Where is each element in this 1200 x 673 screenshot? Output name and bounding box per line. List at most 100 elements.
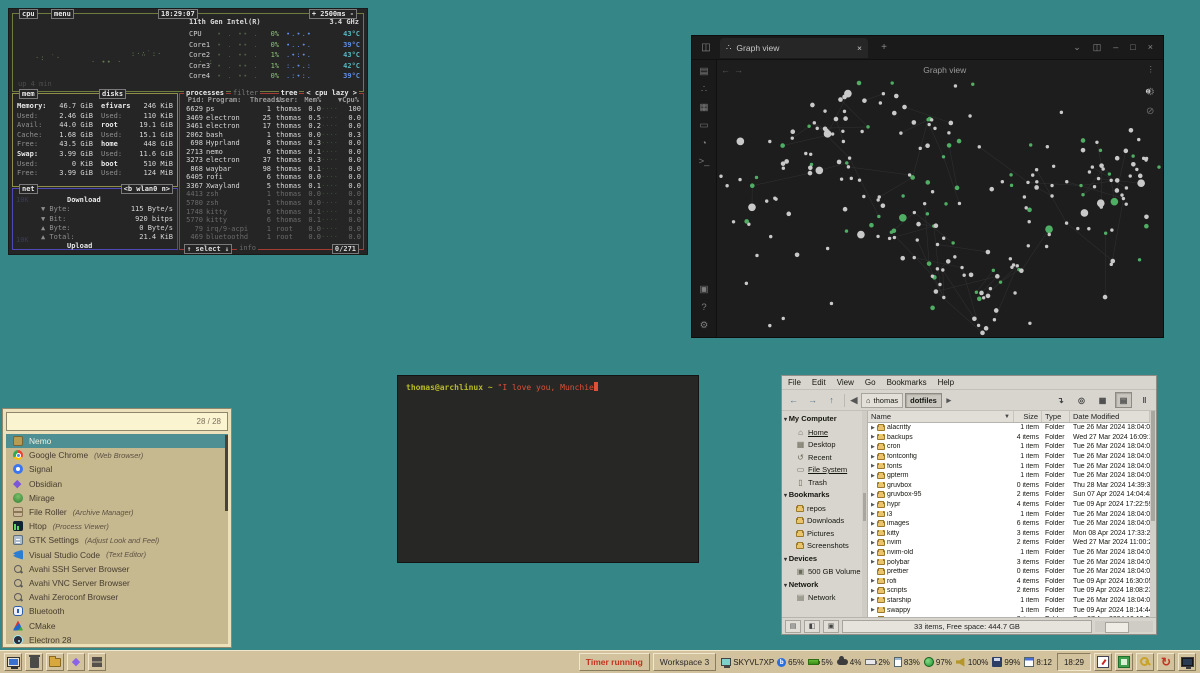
file-row[interactable]: gruvbox0 itemsFolderThu 28 Mar 2024 14:3… xyxy=(868,481,1150,491)
side-pane-toggle-button[interactable]: ▤ xyxy=(785,620,801,633)
files-icon[interactable]: ▤ xyxy=(700,66,709,77)
graph-settings-gear-icon[interactable]: ⚙ xyxy=(1146,87,1155,98)
sidebar-item-screenshots[interactable]: Screenshots xyxy=(784,540,862,553)
sidebar-section-my-computer[interactable]: ▾ My Computer xyxy=(784,413,862,427)
sidebar-item-home[interactable]: ⌂Home xyxy=(784,427,862,440)
menu-edit[interactable]: Edit xyxy=(812,378,826,387)
file-manager-launcher[interactable] xyxy=(46,653,64,671)
obsidian-window[interactable]: ◫ ∴ Graph view × + ⌄ ◫ – □ × ▤∴▦▭◔>_▣?⚙ … xyxy=(691,35,1164,338)
sidebar-item-trash[interactable]: ▯Trash xyxy=(784,477,862,490)
process-row[interactable]: 4413zsh1thomas0.0····0.0 xyxy=(180,190,363,199)
sidebar-item-recent[interactable]: ↺Recent xyxy=(784,452,862,465)
file-row[interactable]: ▶i31 itemFolderTue 26 Mar 2024 18:04:02 … xyxy=(868,509,1150,519)
sidebar-section-network[interactable]: ▾ Network xyxy=(784,579,862,593)
archive-launcher[interactable] xyxy=(88,653,106,671)
launcher-item-mirage[interactable]: Mirage xyxy=(6,491,228,505)
file-row[interactable]: ▶fontconfig1 itemFolderTue 26 Mar 2024 1… xyxy=(868,452,1150,462)
dual-pane-button[interactable]: ‖ xyxy=(1136,392,1153,408)
process-list[interactable]: 6629ps1thomas0.0····1003469electron25tho… xyxy=(180,105,363,242)
tab-overflow-button[interactable]: ◀ xyxy=(849,392,859,408)
scheduler-tray-icon[interactable] xyxy=(1094,653,1112,671)
sidebar-item-pictures[interactable]: Pictures xyxy=(784,528,862,541)
crumb-next-button[interactable]: ▸ xyxy=(944,392,954,408)
process-row[interactable]: 5770kitty6thomas0.1····0.0 xyxy=(180,216,363,225)
right-sidebar-toggle-icon[interactable]: ◫ xyxy=(1093,42,1102,53)
launcher-item-htop[interactable]: Htop(Process Viewer) xyxy=(6,519,228,533)
sidebar-section-bookmarks[interactable]: ▾ Bookmarks xyxy=(784,489,862,503)
tree-toggle[interactable]: tree xyxy=(279,89,300,97)
launcher-item-avahi-zeroconf-browser[interactable]: Avahi Zeroconf Browser xyxy=(6,590,228,604)
file-row[interactable]: ▶cron1 itemFolderTue 26 Mar 2024 18:04:0… xyxy=(868,442,1150,452)
file-list-scrollbar[interactable] xyxy=(1150,411,1156,617)
process-row[interactable]: 868waybar98thomas0.1····0.0 xyxy=(180,165,363,174)
uptime-indicator[interactable]: 8:12 xyxy=(1024,657,1052,667)
process-row[interactable]: 2713nemo6thomas0.1····0.0 xyxy=(180,148,363,157)
tab-list-chevron-icon[interactable]: ⌄ xyxy=(1073,42,1081,53)
launcher-item-obsidian[interactable]: Obsidian xyxy=(6,477,228,491)
sidebar-scrollbar[interactable] xyxy=(862,411,867,617)
up-button[interactable]: ↑ xyxy=(823,392,840,408)
process-row[interactable]: 3273electron37thomas0.3····0.0 xyxy=(180,156,363,165)
menu-help[interactable]: Help xyxy=(938,378,954,387)
canvas-icon[interactable]: ▦ xyxy=(700,102,709,113)
file-row[interactable]: ▶alacritty1 itemFolderTue 26 Mar 2024 18… xyxy=(868,423,1150,433)
timer-status[interactable]: Timer running xyxy=(579,653,650,671)
file-row[interactable]: ▶backups4 itemsFolderWed 27 Mar 2024 16:… xyxy=(868,433,1150,443)
more-options-icon[interactable]: ⋮ xyxy=(1139,64,1164,75)
sidebar-section-devices[interactable]: ▾ Devices xyxy=(784,553,862,567)
launcher-item-signal[interactable]: Signal xyxy=(6,462,228,476)
file-row[interactable]: ▶polybar3 itemsFolderTue 26 Mar 2024 18:… xyxy=(868,557,1150,567)
terminal-window[interactable]: thomas@archlinux ~ "I love you, Munchie xyxy=(397,375,699,563)
obsidian-launcher[interactable]: ◆ xyxy=(67,653,85,671)
menu-tab[interactable]: menu xyxy=(51,9,74,19)
launcher-item-file-roller[interactable]: File Roller(Archive Manager) xyxy=(6,505,228,519)
file-row[interactable]: ▶rofi4 itemsFolderTue 09 Apr 2024 16:30:… xyxy=(868,577,1150,587)
file-row[interactable]: ▶starship1 itemFolderTue 26 Mar 2024 18:… xyxy=(868,596,1150,606)
cpu-indicator[interactable]: 4% xyxy=(837,657,862,667)
graph-filter-icon[interactable]: ⊘ xyxy=(1146,106,1155,117)
file-row[interactable]: ▶kitty3 itemsFolderMon 08 Apr 2024 17:33… xyxy=(868,529,1150,539)
horizontal-scrollbar[interactable] xyxy=(1095,621,1153,632)
menu-view[interactable]: View xyxy=(837,378,854,387)
file-row[interactable]: ▶nvim2 itemsFolderWed 27 Mar 2024 11:00:… xyxy=(868,538,1150,548)
launcher-item-electron-28[interactable]: Electron 28 xyxy=(6,633,228,644)
memory-indicator[interactable]: 83% xyxy=(894,657,920,667)
forward-button[interactable]: → xyxy=(804,392,821,408)
column-name[interactable]: Name ▼ xyxy=(868,411,1014,422)
process-row[interactable]: 6629ps1thomas0.0····100 xyxy=(180,105,363,114)
display-tray-icon[interactable] xyxy=(1178,653,1196,671)
terminal-icon[interactable]: >_ xyxy=(699,156,710,167)
help-icon[interactable]: ? xyxy=(701,302,706,313)
breadcrumb-home[interactable]: ⌂ thomas xyxy=(861,393,903,408)
process-row[interactable]: 469bluetoothd1root0.0····0.0 xyxy=(180,233,363,242)
list-view-button[interactable]: ▤ xyxy=(1115,392,1132,408)
file-row[interactable]: ▶swappy1 itemFolderTue 09 Apr 2024 18:14… xyxy=(868,605,1150,615)
sidebar-toggle-icon[interactable]: ◫ xyxy=(698,40,714,56)
clock[interactable]: 18:29 xyxy=(1057,653,1091,671)
launcher-item-cmake[interactable]: CMake xyxy=(6,618,228,632)
column-date-modified[interactable]: Date Modified xyxy=(1070,411,1150,422)
process-row[interactable]: 5780zsh1thomas0.0····0.0 xyxy=(180,199,363,208)
file-row[interactable]: ▶nvim-old1 itemFolderTue 26 Mar 2024 18:… xyxy=(868,548,1150,558)
file-manager-window[interactable]: FileEditViewGoBookmarksHelp ← → ↑ ◀ ⌂ th… xyxy=(781,375,1157,635)
file-row[interactable]: ▶gpterm1 itemFolderTue 26 Mar 2024 18:04… xyxy=(868,471,1150,481)
knowledge-graph[interactable] xyxy=(717,79,1163,337)
menu-file[interactable]: File xyxy=(788,378,801,387)
process-row[interactable]: 2062bash1thomas0.0····0.3 xyxy=(180,131,363,140)
launcher-item-bluetooth[interactable]: Bluetooth xyxy=(6,604,228,618)
app-launcher[interactable]: 28 / 28 NemoGoogle Chrome(Web Browser)Si… xyxy=(2,408,232,648)
new-tab-button[interactable]: + xyxy=(876,40,892,56)
sidebar-item-repos[interactable]: repos xyxy=(784,503,862,516)
graph-icon[interactable]: ∴ xyxy=(701,84,707,95)
trash-launcher[interactable] xyxy=(25,653,43,671)
volume-indicator[interactable]: 100% xyxy=(956,657,988,667)
launcher-item-visual-studio-code[interactable]: Visual Studio Code(Text Editor) xyxy=(6,548,228,562)
tab-close-icon[interactable]: × xyxy=(857,43,862,53)
file-row[interactable]: ▶gruvbox-952 itemsFolderSun 07 Apr 2024 … xyxy=(868,490,1150,500)
sidebar-item-desktop[interactable]: ▦Desktop xyxy=(784,439,862,452)
clock-icon[interactable]: ◔ xyxy=(701,138,707,149)
launcher-item-nemo[interactable]: Nemo xyxy=(6,434,228,448)
show-hidden-toggle-button[interactable]: ▣ xyxy=(823,620,839,633)
net-device-label[interactable]: <b wlan0 n> xyxy=(121,184,173,194)
sidebar-item-file-system[interactable]: ▭File System xyxy=(784,464,862,477)
